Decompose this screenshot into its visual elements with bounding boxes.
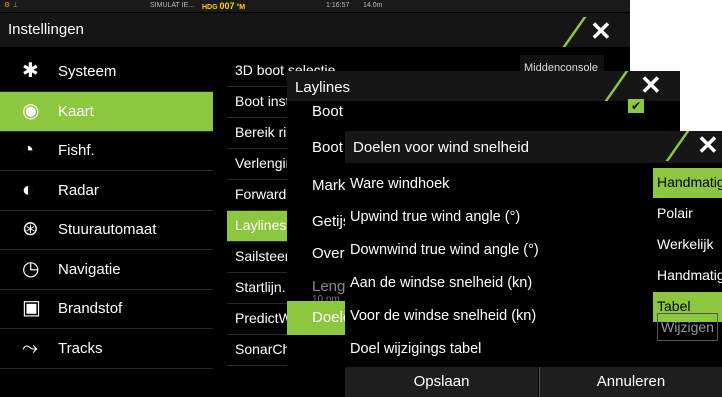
status-bar: ⚙ ⊥ SIMULAT IE... HDG 007 °M 1:16:57 14.… — [0, 0, 630, 12]
settings-option[interactable]: SonarCha — [227, 335, 298, 365]
settings-title: Instellingen — [8, 21, 84, 38]
compass-icon: ◷ — [22, 257, 40, 280]
settings-close-button[interactable]: ✕ — [590, 17, 612, 45]
laylines-title: Laylines — [295, 79, 351, 96]
settings-option-label: Sailsteer — [235, 248, 290, 264]
wind-targets-title-bar: Doelen voor wind snelheid — [345, 131, 722, 163]
settings-option[interactable]: Verlengir — [227, 149, 291, 179]
gear-icon: ✱ — [22, 60, 39, 82]
sidebar-item-label: Tracks — [58, 339, 103, 357]
wind-target-label: Voor de windse snelheid (kn) — [350, 308, 537, 324]
wind-target-row[interactable]: Upwind true wind angle (°) — [345, 202, 650, 232]
laylines-row-label: Lengt — [312, 278, 350, 295]
laylines-row-label: Boot — [312, 103, 343, 120]
settings-option[interactable]: 3D boot selectie — [227, 56, 335, 86]
wind-targets-dialog: Doelen voor wind snelheid ✕ Ware windhoe… — [345, 131, 722, 397]
sidebar-item-label: Kaart — [58, 102, 94, 120]
settings-option[interactable]: Bereik ri — [227, 118, 287, 148]
settings-option-label: Bereik ri — [235, 124, 287, 140]
sidebar-item-stuurautomaat[interactable]: ⊛ Stuurautomaat — [0, 210, 213, 249]
wind-angle-option[interactable]: Handmatig — [653, 168, 722, 198]
radar-icon: ◐ — [22, 178, 35, 201]
sidebar-item-label: Systeem — [58, 63, 117, 80]
sidebar-item-label: Fishf. — [58, 142, 95, 159]
edit-table-label: Wijzigen — [661, 319, 714, 335]
settings-option-label: Laylines — [235, 217, 287, 233]
sidebar-item-radar[interactable]: ◐ Radar — [0, 171, 213, 210]
tracks-icon: ⤳ — [22, 336, 38, 359]
wind-targets-close-button[interactable]: ✕ — [697, 131, 719, 159]
wind-angle-option-label: Handmatig — [657, 267, 722, 283]
settings-option-label: Verlengir — [235, 155, 291, 171]
wind-target-label: Downwind true wind angle (°) — [350, 242, 539, 258]
sidebar-item-tracks[interactable]: ⤳ Tracks — [0, 329, 213, 368]
wind-angle-option[interactable]: Werkelijk — [653, 230, 722, 260]
laylines-row[interactable]: Boot — [287, 95, 680, 129]
sidebar-item-navigatie[interactable]: ◷ Navigatie — [0, 250, 213, 289]
sidebar-item-systeem[interactable]: ✱ Systeem — [0, 52, 213, 91]
wind-angle-option-label: Handmatig — [657, 174, 722, 190]
sidebar-item-label: Brandstof — [58, 300, 123, 317]
save-label: Opslaan — [413, 373, 470, 390]
settings-option[interactable]: Sailsteer — [227, 242, 290, 272]
status-range: 14.0m — [363, 2, 383, 9]
settings-option[interactable]: Boot inst — [227, 87, 290, 117]
sidebar-item-kaart[interactable]: ◉ Kaart — [0, 91, 213, 131]
wind-target-label: Ware windhoek — [350, 176, 450, 192]
wind-target-row[interactable]: Aan de windse snelheid (kn) — [345, 268, 650, 298]
settings-option[interactable]: Laylines — [227, 211, 287, 241]
settings-option-label: Startlijn. — [235, 279, 286, 295]
heading-label: HDG — [202, 4, 218, 11]
wind-targets-title: Doelen voor wind snelheid — [353, 139, 529, 156]
wind-target-row[interactable]: Ware windhoek — [345, 169, 650, 199]
sidebar-item-label: Radar — [58, 181, 99, 199]
autopilot-icon: ⊛ — [22, 218, 39, 240]
wind-target-label: Doel wijzigings tabel — [350, 341, 482, 357]
settings-option[interactable]: PredictW — [227, 304, 292, 334]
wind-angle-option-label: Polair — [657, 205, 693, 221]
wind-target-row[interactable]: Voor de windse snelheid (kn) — [345, 301, 650, 331]
settings-option[interactable]: Startlijn. — [227, 273, 287, 303]
chart-icon: ◉ — [22, 99, 40, 122]
status-icon: ⚙ ⊥ — [4, 2, 19, 9]
wind-target-row[interactable]: Doel wijzigings tabel — [345, 334, 650, 364]
status-simulation: SIMULAT IE... — [150, 2, 195, 9]
status-heading: HDG 007 °M — [202, 0, 245, 14]
wind-target-label: Upwind true wind angle (°) — [350, 209, 521, 225]
sidebar-divider — [0, 367, 213, 369]
sidebar-item-label: Navigatie — [58, 260, 121, 278]
wind-target-row[interactable]: Downwind true wind angle (°) — [345, 235, 650, 265]
wind-target-label: Aan de windse snelheid (kn) — [350, 275, 533, 291]
sidebar-item-brandstof[interactable]: ▣ Brandstof — [0, 289, 213, 328]
settings-title-bar: Instellingen — [0, 13, 630, 47]
edit-table-button[interactable]: Wijzigen — [657, 313, 718, 341]
heading-value: 007 — [219, 1, 235, 11]
wind-angle-option[interactable]: Polair — [653, 199, 722, 229]
sidebar-item-fishf[interactable]: ◔ Fishf. — [0, 131, 213, 170]
settings-option[interactable]: ForwardS — [227, 180, 296, 210]
wind-angle-option[interactable]: Handmatig — [653, 261, 722, 291]
fish-icon: ◔ — [22, 139, 35, 161]
fuel-icon: ▣ — [22, 297, 41, 319]
settings-option-label: Boot inst — [235, 93, 290, 109]
laylines-row[interactable]: Doele — [287, 301, 351, 335]
status-time: 1:16:57 — [326, 2, 350, 9]
cancel-label: Annuleren — [596, 373, 666, 390]
laylines-row-label: Overl — [312, 245, 348, 262]
save-button[interactable]: Opslaan — [345, 367, 538, 397]
cancel-button[interactable]: Annuleren — [540, 367, 722, 397]
heading-unit: °M — [236, 4, 246, 11]
wind-angle-option-label: Tabel — [657, 298, 691, 314]
settings-option-label: PredictW — [235, 310, 292, 326]
wind-angle-option-label: Werkelijk — [657, 236, 714, 252]
sidebar-item-label: Stuurautomaat — [58, 221, 157, 238]
